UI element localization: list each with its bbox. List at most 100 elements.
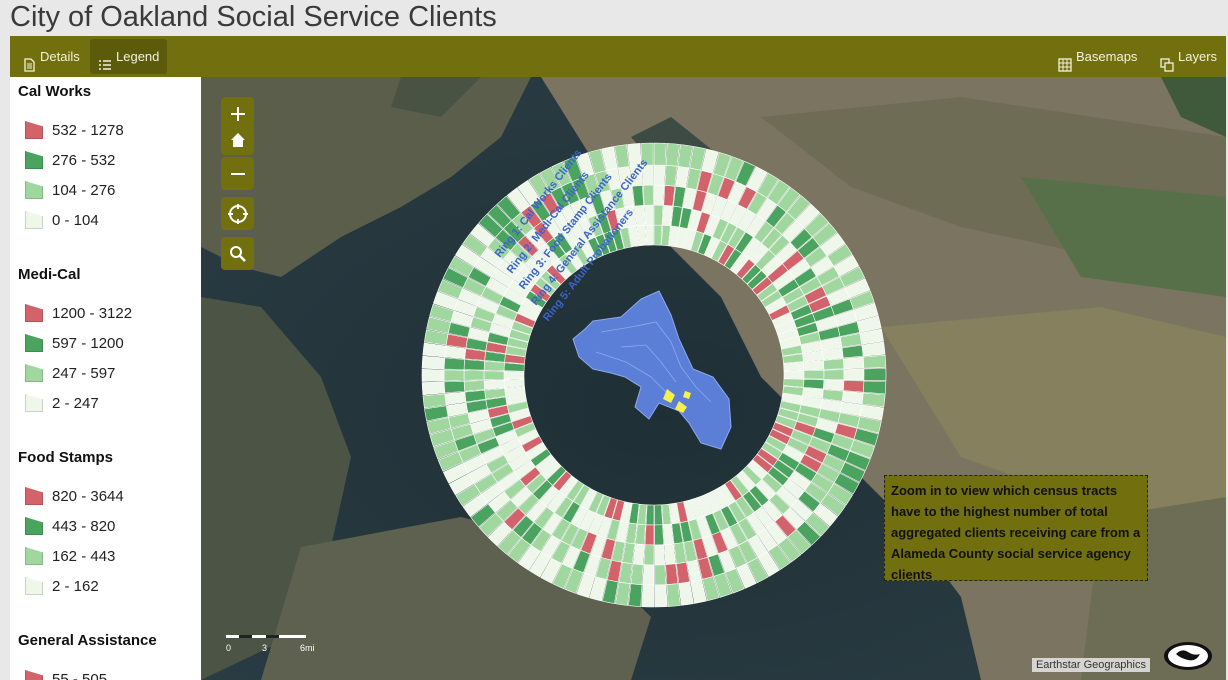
ring-segment[interactable] (443, 380, 466, 394)
legend-item-label: 532 - 1278 (52, 121, 124, 139)
legend-item: 162 - 443 (18, 541, 201, 571)
ring-segment[interactable] (862, 354, 887, 369)
ring-segment[interactable] (663, 184, 676, 207)
list-icon (98, 50, 112, 70)
grid-icon (1058, 50, 1072, 72)
toolbar: Details Legend Basemaps Layers (10, 36, 1226, 77)
legend-item: 2 - 162 (18, 571, 201, 601)
legend-group: Cal Works 532 - 1278 276 - 532 104 - 276 0 -… (18, 77, 201, 235)
ring-segment[interactable] (503, 371, 525, 380)
home-icon (230, 133, 245, 147)
details-button[interactable]: Details (14, 39, 88, 74)
plus-icon (230, 106, 245, 121)
ring-segment[interactable] (642, 564, 655, 586)
ring-segment[interactable] (783, 370, 805, 379)
ring-segment[interactable] (862, 380, 887, 395)
ring-segment[interactable] (642, 184, 654, 206)
ring-segment[interactable] (843, 368, 865, 381)
ring-segment[interactable] (483, 379, 505, 390)
legend-item: 597 - 1200 (18, 328, 201, 358)
legend-item: 820 - 3644 (18, 481, 201, 511)
legend-button[interactable]: Legend (90, 39, 168, 74)
legend-item: 443 - 820 (18, 511, 201, 541)
ring-segment[interactable] (503, 378, 525, 389)
ring-segment[interactable] (843, 380, 865, 393)
ring-segment[interactable] (654, 524, 665, 546)
ring-segment[interactable] (654, 564, 667, 586)
legend-item: 0 - 104 (18, 205, 201, 235)
ring-segment[interactable] (654, 544, 666, 566)
ring-segment[interactable] (803, 378, 825, 390)
minus-icon (230, 172, 245, 175)
legend-swatch (25, 151, 43, 169)
ring-segment[interactable] (463, 370, 485, 381)
ring-segment[interactable] (643, 544, 655, 566)
layers-label: Layers (1178, 49, 1218, 64)
legend-item-label: 55 - 505 (52, 670, 108, 680)
ring-segment[interactable] (665, 563, 679, 585)
ring-segment[interactable] (644, 524, 655, 546)
legend-item-label: 1200 - 3122 (52, 304, 133, 322)
basemaps-button[interactable]: Basemaps (1050, 39, 1145, 74)
ring-segment[interactable] (632, 185, 644, 207)
search-icon (229, 245, 246, 262)
scale-label-3: 3 (262, 643, 268, 653)
legend-group-title: Medi-Cal (18, 266, 81, 283)
ring-segment[interactable] (503, 362, 525, 372)
zoom-out-button[interactable] (221, 157, 254, 190)
legend-swatch (25, 577, 43, 595)
ring-segment[interactable] (803, 369, 825, 380)
ring-segment[interactable] (463, 359, 485, 371)
ring-segment[interactable] (443, 369, 465, 382)
layers-button[interactable]: Layers (1152, 39, 1225, 74)
ring-segment[interactable] (665, 143, 680, 167)
ring-segment[interactable] (654, 504, 663, 526)
legend-group-title: Food Stamps (18, 449, 114, 466)
ring-segment[interactable] (483, 370, 505, 381)
ring-segment[interactable] (421, 355, 446, 370)
ring-segment[interactable] (666, 583, 681, 607)
ring-segment[interactable] (628, 583, 643, 607)
search-button[interactable] (221, 237, 254, 270)
ring-segment[interactable] (653, 224, 663, 246)
ring-segment[interactable] (823, 358, 845, 370)
locate-button[interactable] (221, 197, 254, 230)
ring-segment[interactable] (863, 368, 887, 382)
legend-swatch (25, 211, 43, 229)
ring-segment[interactable] (653, 164, 666, 186)
ring-segment[interactable] (630, 563, 644, 585)
ring-segment[interactable] (632, 543, 645, 566)
ring-segment[interactable] (653, 204, 664, 226)
ring-segment[interactable] (421, 381, 446, 396)
esri-logo (1158, 634, 1214, 674)
ring-segment[interactable] (823, 379, 845, 391)
ring-segment[interactable] (653, 142, 667, 166)
ring-segment[interactable] (483, 360, 505, 372)
home-button[interactable] (221, 125, 254, 155)
ring-segment[interactable] (443, 357, 465, 370)
scale-label-0: 0 (226, 643, 232, 653)
ring-segment[interactable] (643, 204, 654, 226)
ring-segment[interactable] (783, 361, 805, 372)
legend-panel: Cal Works 532 - 1278 276 - 532 104 - 276 0 -… (10, 77, 201, 680)
ring-segment[interactable] (641, 584, 655, 608)
ring-segment[interactable] (803, 360, 825, 371)
ring-segment[interactable] (645, 224, 654, 246)
ring-segment[interactable] (823, 369, 845, 380)
ring-segment[interactable] (645, 504, 655, 526)
scale-bar: 0 3 6mi (226, 633, 326, 653)
ring-segment[interactable] (654, 584, 668, 608)
legend-item-label: 162 - 443 (52, 547, 116, 565)
ring-segment[interactable] (783, 378, 805, 388)
ring-segment[interactable] (664, 543, 676, 565)
details-label: Details (40, 49, 80, 64)
legend-group: Food Stamps 820 - 3644 443 - 820 162 - 443 2… (18, 443, 201, 601)
scale-bar-graphic (226, 635, 306, 638)
ring-segment[interactable] (842, 356, 865, 370)
ring-segment[interactable] (664, 165, 678, 187)
map-view[interactable]: Ring 1: Cal Works Clients Ring 2: Medi-Ca… (201, 77, 1226, 680)
map-canvas[interactable]: Ring 1: Cal Works ClientsRing 2: Medi-Ca… (201, 77, 1226, 680)
ring-segment[interactable] (463, 380, 485, 392)
ring-segment[interactable] (421, 368, 445, 382)
ring-segment[interactable] (653, 184, 665, 206)
